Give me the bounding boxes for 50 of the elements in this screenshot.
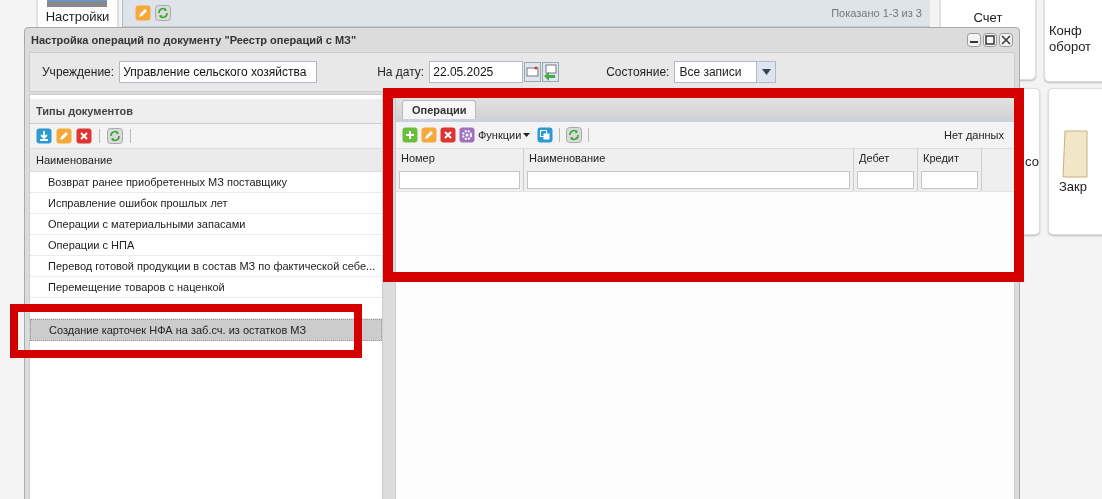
filter-field[interactable] <box>399 171 520 189</box>
edit-icon[interactable] <box>421 127 437 143</box>
date-field[interactable]: 22.05.2025 <box>429 61 524 83</box>
field-label: На дату: <box>377 65 425 79</box>
field-label: Состояние: <box>606 65 670 79</box>
record-count: Показано 1-3 из 3 <box>831 7 922 19</box>
tile-label: оборот <box>1049 39 1092 55</box>
filter-field[interactable] <box>527 171 850 189</box>
copy-icon[interactable] <box>537 127 554 143</box>
edit-icon[interactable] <box>56 128 72 144</box>
panel-title: Типы документов <box>30 99 382 124</box>
tile-label: Счет <box>973 10 1003 26</box>
document-icon <box>1059 128 1089 179</box>
gear-icon[interactable] <box>459 127 475 143</box>
delete-icon[interactable] <box>76 128 92 144</box>
filter-field[interactable] <box>921 171 978 189</box>
column-header[interactable]: Кредит <box>921 152 978 166</box>
edit-icon[interactable] <box>135 5 151 21</box>
column-header[interactable]: Наименование <box>30 149 382 172</box>
calendar-icon[interactable] <box>524 62 542 82</box>
functions-menu[interactable]: Функции <box>478 129 531 141</box>
status-text: Нет данных <box>944 129 1004 141</box>
column-header[interactable]: Номер <box>399 152 520 166</box>
maximize-button[interactable] <box>983 33 997 47</box>
refresh-icon[interactable] <box>155 5 171 21</box>
caret-icon <box>761 69 771 75</box>
state-dropdown[interactable]: Все записи <box>674 61 777 83</box>
institution-field[interactable]: Управление сельского хозяйства <box>119 61 318 83</box>
caret-icon <box>523 133 531 137</box>
tile[interactable]: Конф оборот <box>1044 0 1102 82</box>
delete-icon[interactable] <box>440 127 456 143</box>
refresh-icon[interactable] <box>566 127 583 143</box>
download-icon[interactable] <box>36 128 52 144</box>
minimize-button[interactable] <box>967 33 981 47</box>
calendar-reset-icon[interactable] <box>542 62 560 82</box>
tile-label: Настройки <box>45 9 110 25</box>
filter-field[interactable] <box>857 171 914 189</box>
close-button[interactable] <box>999 33 1013 47</box>
tab[interactable]: Операции <box>402 100 477 119</box>
refresh-icon[interactable] <box>107 128 123 144</box>
column-header[interactable]: Наименование <box>527 152 850 166</box>
tile-label: Конф <box>1049 23 1082 39</box>
field-label: Учреждение: <box>42 65 115 79</box>
list-row[interactable]: Создание карточек НФА на заб.сч. из остатков МЗ <box>30 319 382 341</box>
window-title: Настройка операций по документу "Реестр операций с МЗ" <box>31 34 357 46</box>
tile-label: со <box>1025 153 1039 170</box>
tile[interactable]: Закр <box>1048 88 1102 235</box>
column-header[interactable]: Дебет <box>857 152 914 166</box>
add-icon[interactable] <box>402 127 418 143</box>
tile-label: Закр <box>1059 178 1087 195</box>
